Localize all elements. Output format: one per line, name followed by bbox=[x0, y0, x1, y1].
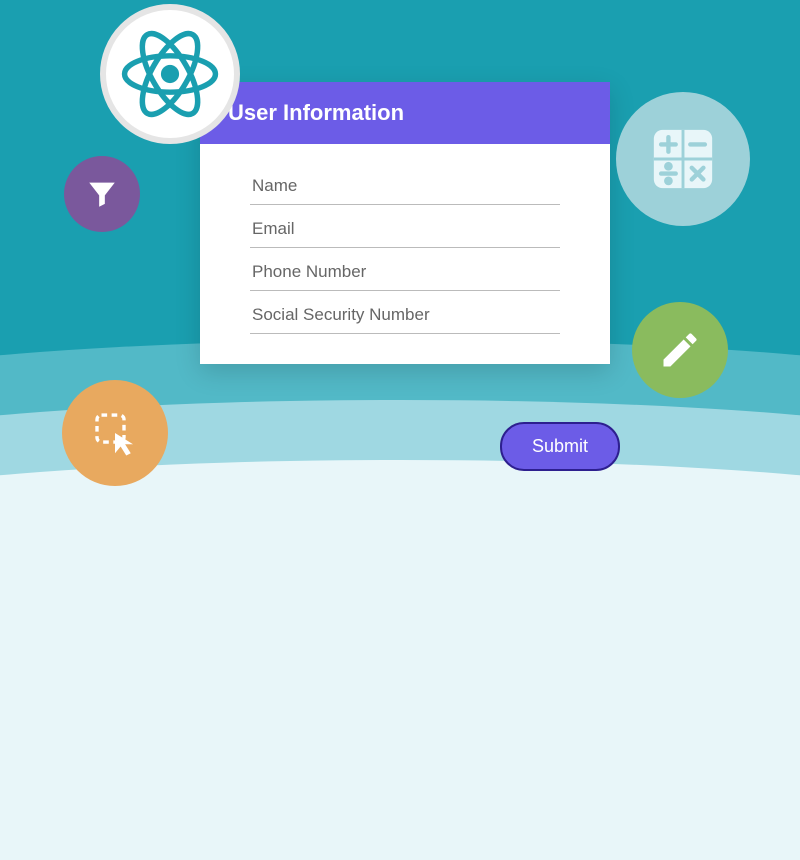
calculator-icon bbox=[648, 124, 718, 194]
selection-cursor-icon bbox=[88, 406, 142, 460]
filter-badge bbox=[64, 156, 140, 232]
selection-badge bbox=[62, 380, 168, 486]
phone-input[interactable] bbox=[250, 248, 560, 291]
funnel-icon bbox=[85, 177, 119, 211]
submit-button[interactable]: Submit bbox=[500, 422, 620, 471]
ssn-input[interactable] bbox=[250, 291, 560, 334]
react-icon bbox=[120, 24, 220, 124]
card-title: User Information bbox=[200, 82, 610, 144]
background-wave bbox=[0, 460, 800, 860]
user-info-card: User Information bbox=[200, 82, 610, 364]
pencil-icon bbox=[658, 328, 702, 372]
email-input[interactable] bbox=[250, 205, 560, 248]
name-input[interactable] bbox=[250, 162, 560, 205]
calculator-badge bbox=[616, 92, 750, 226]
react-logo-badge bbox=[100, 4, 240, 144]
edit-badge bbox=[632, 302, 728, 398]
form-body bbox=[200, 144, 610, 364]
